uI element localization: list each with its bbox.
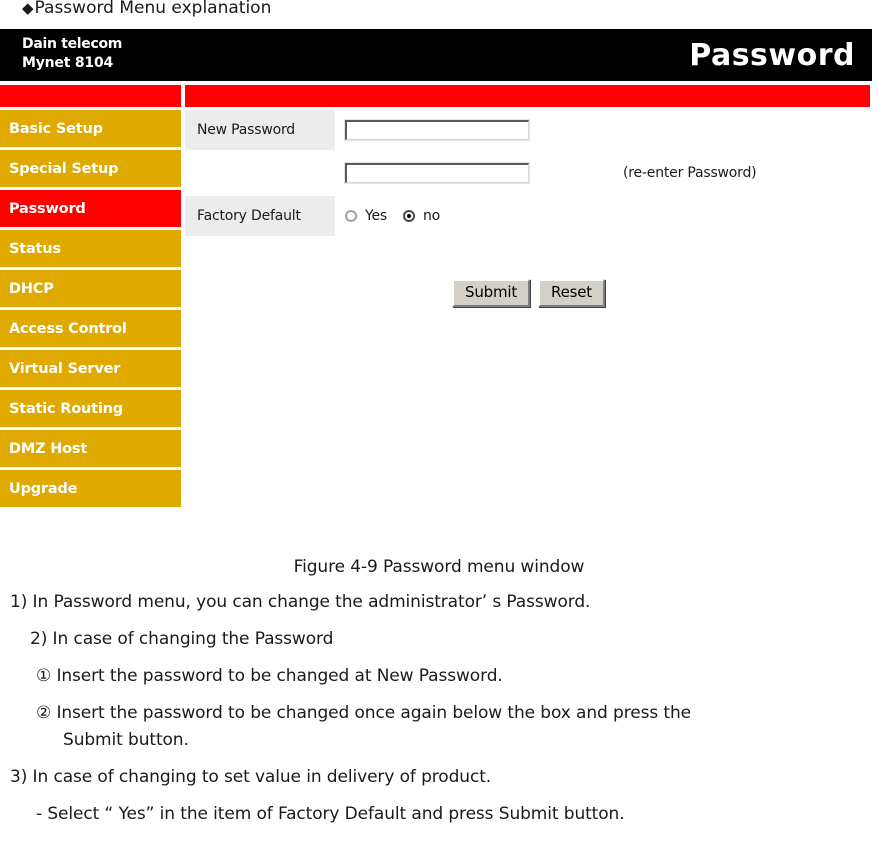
radio-yes-label[interactable]: Yes [365, 208, 387, 224]
radio-no[interactable] [403, 210, 415, 222]
sidebar-item-special-setup[interactable]: Special Setup [0, 150, 181, 190]
sidebar-item-password[interactable]: Password [0, 190, 181, 230]
paragraph-2-item-1: ① Insert the password to be changed at N… [36, 666, 503, 686]
factory-default-label: Factory Default [185, 196, 335, 236]
ui-title-bar: Dain telecom Mynet 8104 Password [0, 29, 872, 81]
paragraph-2-item-2: ② Insert the password to be changed once… [0, 704, 878, 750]
page-title: Password [689, 38, 855, 73]
sidebar-item-label: DMZ Host [9, 440, 88, 457]
section-heading: ◆Password Menu explanation [22, 0, 271, 18]
factory-default-field-cell: Yes no [345, 196, 456, 236]
sidebar-item-dmz-host[interactable]: DMZ Host [0, 430, 181, 470]
sidebar-item-label: Basic Setup [9, 120, 103, 137]
paragraph-1: 1) In Password menu, you can change the … [10, 592, 591, 612]
sidebar-item-label: Password [9, 200, 86, 217]
reenter-password-field-cell [344, 153, 530, 193]
radio-no-label[interactable]: no [423, 208, 440, 224]
submit-button[interactable]: Submit [452, 279, 531, 307]
brand-company: Dain telecom [22, 36, 123, 52]
sidebar-item-label: Virtual Server [9, 360, 121, 377]
paragraph-2-item-2-line2: Submit button. [63, 730, 189, 750]
brand-model: Mynet 8104 [22, 55, 114, 71]
reenter-password-label-spacer [185, 153, 335, 193]
section-heading-text: Password Menu explanation [34, 0, 272, 18]
form-button-bar: Submit Reset [185, 279, 872, 307]
router-admin-ui: Dain telecom Mynet 8104 Password Basic S… [0, 29, 872, 549]
paragraph-3-item-1: - Select “ Yes” in the item of Factory D… [36, 804, 625, 824]
new-password-label: New Password [185, 110, 335, 150]
sidebar-item-label: Special Setup [9, 160, 119, 177]
sidebar-item-static-routing[interactable]: Static Routing [0, 390, 181, 430]
sidebar-item-basic-setup[interactable]: Basic Setup [0, 110, 181, 150]
diamond-bullet-icon: ◆ [22, 0, 34, 17]
sidebar-item-status[interactable]: Status [0, 230, 181, 270]
sidebar-item-dhcp[interactable]: DHCP [0, 270, 181, 310]
paragraph-2-item-2-line1: ② Insert the password to be changed once… [36, 703, 692, 723]
sidebar-item-upgrade[interactable]: Upgrade [0, 470, 181, 510]
sidebar-item-virtual-server[interactable]: Virtual Server [0, 350, 181, 390]
sidebar-item-label: Access Control [9, 320, 127, 337]
explanation-body: 1) In Password menu, you can change the … [0, 593, 878, 842]
sidebar-item-label: Status [9, 240, 61, 257]
reenter-password-input[interactable] [344, 162, 530, 184]
reenter-password-hint: (re-enter Password) [623, 165, 757, 181]
figure-caption: Figure 4-9 Password menu window [293, 557, 585, 577]
factory-default-radio-group: Yes no [345, 208, 456, 224]
sidebar-nav: Basic Setup Special Setup Password Statu… [0, 110, 181, 510]
sidebar-item-label: Upgrade [9, 480, 78, 497]
password-form: New Password (re-enter Password) Factory… [185, 110, 872, 350]
new-password-field-cell [344, 110, 530, 150]
sidebar-item-access-control[interactable]: Access Control [0, 310, 181, 350]
reset-button[interactable]: Reset [538, 279, 605, 307]
accent-bar-left [0, 85, 181, 107]
new-password-input[interactable] [344, 119, 530, 141]
brand-block: Dain telecom Mynet 8104 [22, 35, 122, 73]
accent-bar-right [185, 85, 870, 107]
radio-yes[interactable] [345, 210, 357, 222]
paragraph-3: 3) In case of changing to set value in d… [10, 767, 492, 787]
paragraph-2: 2) In case of changing the Password [30, 629, 334, 649]
sidebar-item-label: DHCP [9, 280, 54, 297]
sidebar-item-label: Static Routing [9, 400, 123, 417]
